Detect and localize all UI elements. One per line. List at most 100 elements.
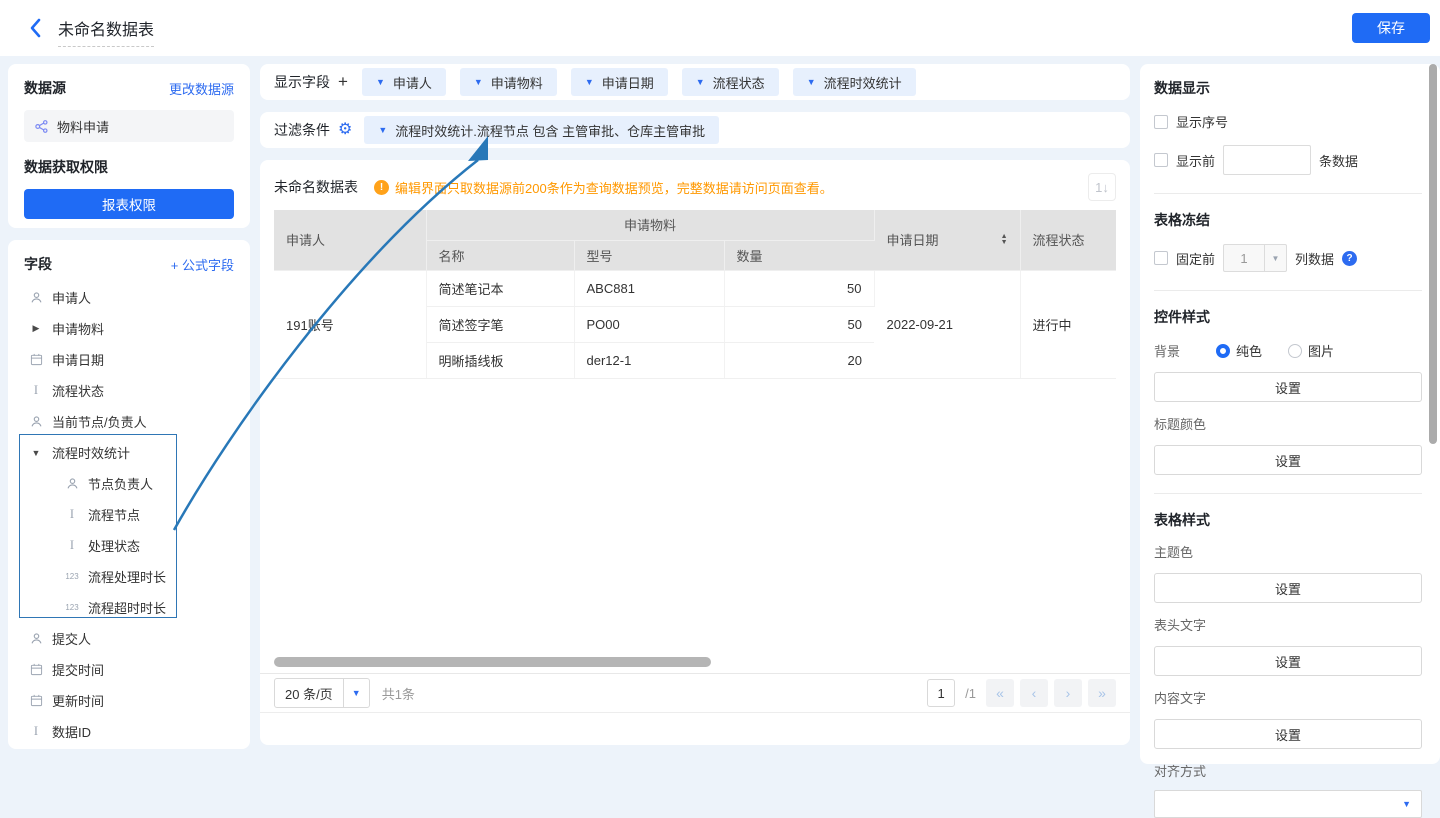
show-index-checkbox[interactable] bbox=[1154, 115, 1168, 129]
header-text-set-button[interactable]: 设置 bbox=[1154, 646, 1422, 676]
show-first-label: 显示前 bbox=[1176, 151, 1215, 170]
datasource-card: 数据源 更改数据源 物料申请 数据获取权限 报表权限 bbox=[8, 64, 250, 228]
field-item[interactable]: I 数据ID bbox=[24, 716, 234, 747]
current-page-input[interactable]: 1 bbox=[927, 679, 955, 707]
warning-icon: ! bbox=[374, 180, 389, 195]
content-text-set-button[interactable]: 设置 bbox=[1154, 719, 1422, 749]
display-field-chip[interactable]: ▼流程状态 bbox=[682, 68, 779, 96]
cell-applicant: 191账号 bbox=[274, 270, 426, 378]
title-color-label: 标题颜色 bbox=[1154, 414, 1422, 433]
chevron-down-icon: ▼ bbox=[585, 77, 594, 87]
horizontal-scrollbar[interactable] bbox=[274, 657, 1116, 667]
theme-color-set-button[interactable]: 设置 bbox=[1154, 573, 1422, 603]
field-item[interactable]: 提交人 bbox=[24, 623, 234, 654]
field-label: 当前节点/负责人 bbox=[52, 412, 147, 431]
cell-material-model: ABC881 bbox=[574, 270, 724, 306]
show-first-checkbox[interactable] bbox=[1154, 153, 1168, 167]
warning-text: 编辑界面只取数据源前200条作为查询数据预览，完整数据请访问页面查看。 bbox=[395, 178, 833, 197]
datasource-title: 数据源 bbox=[24, 78, 66, 98]
sort-order-button[interactable]: 1↓ bbox=[1088, 173, 1116, 201]
change-datasource-link[interactable]: 更改数据源 bbox=[169, 79, 234, 98]
image-radio[interactable]: 图片 bbox=[1288, 341, 1334, 360]
solid-color-radio[interactable]: 纯色 bbox=[1216, 341, 1262, 360]
filter-bar: 过滤条件 ⚙ ▼流程时效统计.流程节点 包含 主管审批、仓库主管审批 bbox=[260, 112, 1130, 148]
field-label: 流程状态 bbox=[52, 381, 104, 400]
sort-toggle-icon[interactable]: ▲▼ bbox=[1001, 234, 1008, 246]
cols-suffix-label: 列数据 bbox=[1295, 249, 1334, 268]
fix-columns-select[interactable]: 1 ▼ bbox=[1223, 244, 1287, 272]
field-item[interactable]: 节点负责人 bbox=[24, 468, 234, 499]
field-label: 流程处理时长 bbox=[88, 567, 166, 586]
datasource-item[interactable]: 物料申请 bbox=[24, 110, 234, 142]
field-label: 申请人 bbox=[52, 288, 91, 307]
first-page-button[interactable]: « bbox=[986, 679, 1014, 707]
pagination-bar: 20 条/页 ▼ 共1条 1 /1 « ‹ › » bbox=[260, 673, 1130, 713]
next-page-button[interactable]: › bbox=[1054, 679, 1082, 707]
calendar-icon bbox=[28, 694, 44, 707]
cell-status: 进行中 bbox=[1020, 270, 1116, 378]
display-field-chip[interactable]: ▼流程时效统计 bbox=[793, 68, 916, 96]
field-item[interactable]: I 流程节点 bbox=[24, 499, 234, 530]
text-field-icon: I bbox=[28, 383, 44, 398]
content-text-label: 内容文字 bbox=[1154, 688, 1422, 707]
cell-material-name: 明晰插线板 bbox=[426, 342, 574, 378]
filter-condition-chip[interactable]: ▼流程时效统计.流程节点 包含 主管审批、仓库主管审批 bbox=[364, 116, 719, 144]
save-button[interactable]: 保存 bbox=[1352, 13, 1430, 43]
chip-label: 申请日期 bbox=[602, 73, 654, 92]
display-field-chip[interactable]: ▼申请物料 bbox=[460, 68, 557, 96]
last-page-button[interactable]: » bbox=[1088, 679, 1116, 707]
formula-field-label: 公式字段 bbox=[182, 258, 234, 273]
fix-first-checkbox[interactable] bbox=[1154, 251, 1168, 265]
table-preview-card: 未命名数据表 ! 编辑界面只取数据源前200条作为查询数据预览，完整数据请访问页… bbox=[260, 160, 1130, 745]
fix-columns-value: 1 bbox=[1224, 251, 1264, 266]
total-pages: /1 bbox=[965, 686, 976, 701]
cell-material-name: 简述签字笔 bbox=[426, 306, 574, 342]
divider bbox=[1154, 193, 1422, 194]
preview-table-wrapper: 申请人 申请物料 申请日期 ▲▼ 流程状态 名称 型号 数量 191账号 bbox=[274, 210, 1116, 379]
prev-page-button[interactable]: ‹ bbox=[1020, 679, 1048, 707]
field-item[interactable]: 申请人 bbox=[24, 282, 234, 313]
gear-icon[interactable]: ⚙ bbox=[338, 122, 352, 138]
background-label: 背景 bbox=[1154, 341, 1216, 360]
title-color-set-button[interactable]: 设置 bbox=[1154, 445, 1422, 475]
back-button[interactable] bbox=[26, 17, 46, 39]
horizontal-scrollbar-thumb[interactable] bbox=[274, 657, 711, 667]
field-item[interactable]: 申请日期 bbox=[24, 344, 234, 375]
field-label: 节点负责人 bbox=[88, 474, 153, 493]
add-display-field-button[interactable]: + bbox=[338, 72, 348, 92]
display-field-chip[interactable]: ▼ 申请日期 bbox=[571, 68, 668, 96]
report-permission-button[interactable]: 报表权限 bbox=[24, 189, 234, 219]
user-icon bbox=[28, 632, 44, 645]
background-set-button[interactable]: 设置 bbox=[1154, 372, 1422, 402]
divider bbox=[1154, 290, 1422, 291]
align-label: 对齐方式 bbox=[1154, 761, 1422, 780]
field-item[interactable]: 123 流程处理时长 bbox=[24, 561, 234, 592]
page-title[interactable]: 未命名数据表 bbox=[58, 16, 154, 47]
fields-list: 申请人 ▶ 申请物料 申请日期 I 流程状态 当前节点/负责人 ▼ 流程时效统计… bbox=[24, 282, 234, 747]
number-field-icon: 123 bbox=[64, 572, 80, 581]
field-item[interactable]: 当前节点/负责人 bbox=[24, 406, 234, 437]
field-group-header[interactable]: ▼ 流程时效统计 bbox=[24, 437, 234, 468]
page-size-select[interactable]: 20 条/页 ▼ bbox=[274, 678, 370, 708]
field-item[interactable]: I 处理状态 bbox=[24, 530, 234, 561]
field-item[interactable]: ▶ 申请物料 bbox=[24, 313, 234, 344]
field-label: 数据ID bbox=[52, 722, 91, 741]
field-item[interactable]: 提交时间 bbox=[24, 654, 234, 685]
chevron-right-icon: ▶ bbox=[28, 323, 44, 334]
show-first-count-input[interactable] bbox=[1223, 145, 1311, 175]
field-item[interactable]: I 流程状态 bbox=[24, 375, 234, 406]
user-icon bbox=[28, 415, 44, 428]
cell-material-qty: 50 bbox=[724, 306, 874, 342]
col-header-date[interactable]: 申请日期 ▲▼ bbox=[874, 210, 1020, 270]
field-label: 提交人 bbox=[52, 629, 91, 648]
cell-date: 2022-09-21 bbox=[874, 270, 1020, 378]
field-label: 流程超时时长 bbox=[88, 598, 166, 617]
display-field-chip[interactable]: ▼申请人 bbox=[362, 68, 446, 96]
align-select[interactable]: ▼ bbox=[1154, 790, 1422, 818]
vertical-scrollbar-thumb[interactable] bbox=[1429, 64, 1437, 444]
field-item[interactable]: 更新时间 bbox=[24, 685, 234, 716]
help-icon[interactable]: ? bbox=[1342, 251, 1357, 266]
field-item[interactable]: 123 流程超时时长 bbox=[24, 592, 234, 623]
add-formula-field-link[interactable]: + 公式字段 bbox=[171, 255, 234, 274]
chevron-left-icon bbox=[26, 17, 46, 39]
